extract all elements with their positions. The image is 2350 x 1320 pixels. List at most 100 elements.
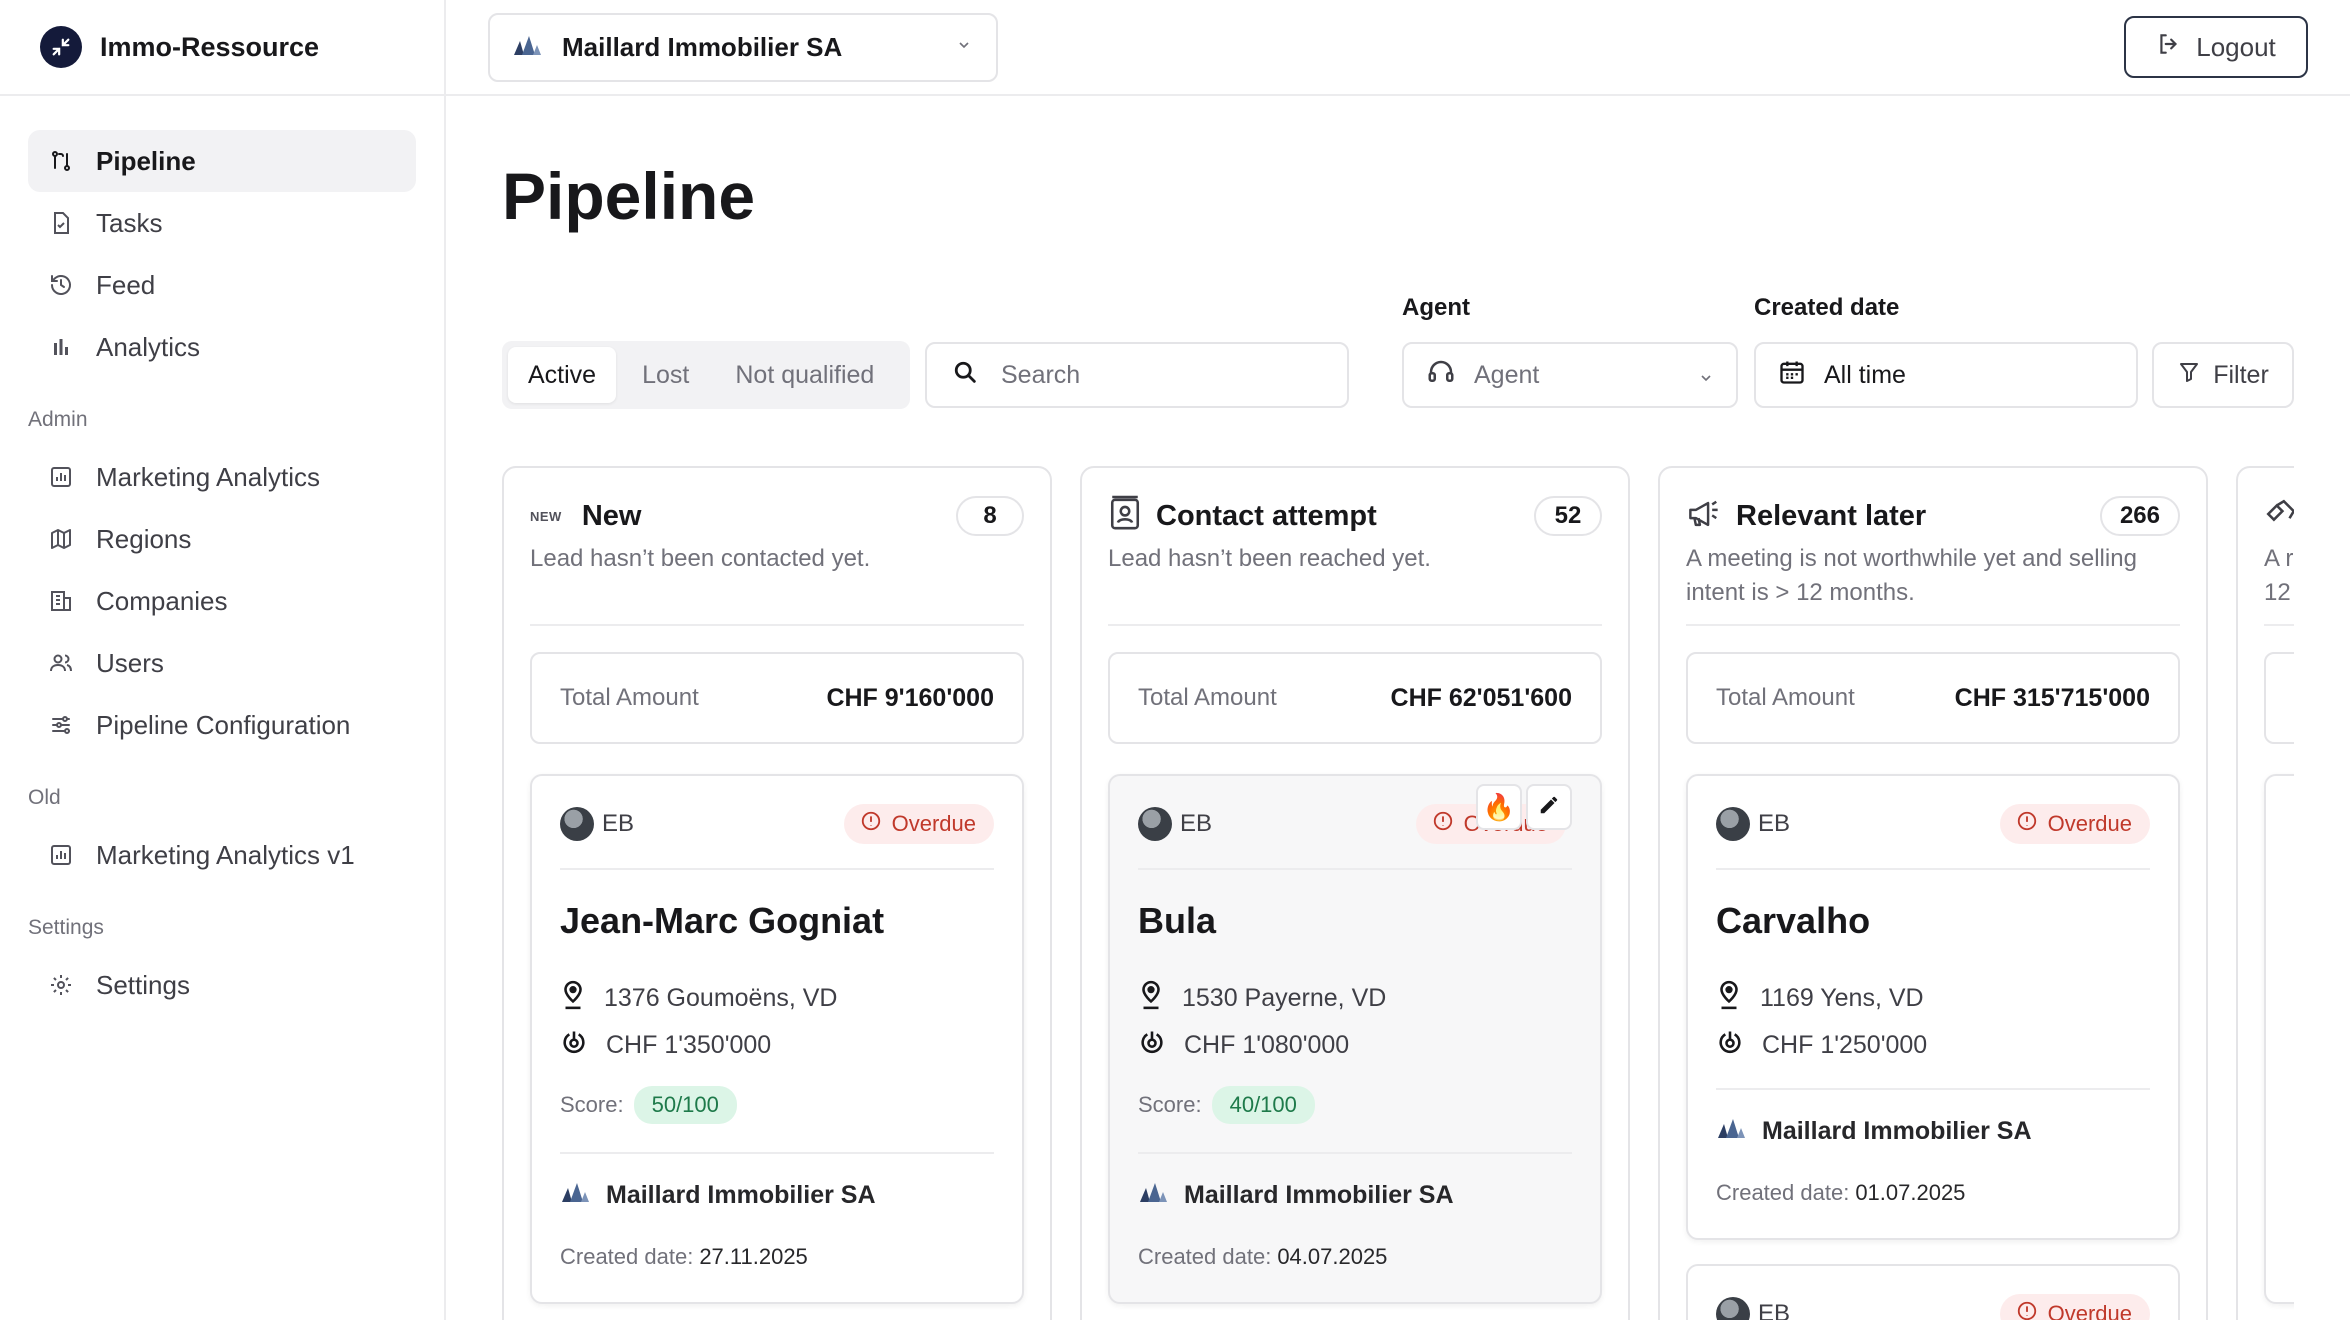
- status-badge: Overdue: [1999, 804, 2150, 844]
- sidebar-item-regions[interactable]: Regions: [28, 508, 416, 570]
- new-badge-icon: NEW: [530, 508, 562, 524]
- divider: [1686, 624, 2180, 626]
- lead-card[interactable]: EB Overdue Jean-Marc Gogniat 1376 Goumoë…: [530, 774, 1024, 1304]
- lead-company: Maillard Immobilier SA: [560, 1180, 876, 1211]
- lead-name: Carvalho: [1716, 900, 1871, 941]
- contact-card-icon: [1108, 495, 1142, 538]
- lead-company: Maillard Immobilier SA: [1716, 1116, 2032, 1147]
- sidebar-item-companies[interactable]: Companies: [28, 570, 416, 632]
- section-admin-label: Admin: [28, 408, 88, 431]
- sidebar-item-marketing-analytics-v1[interactable]: Marketing Analytics v1: [28, 824, 416, 886]
- section-old-label: Old: [28, 786, 61, 809]
- search-placeholder: Search: [1001, 360, 1081, 389]
- handshake-icon: [2264, 497, 2294, 536]
- main-content: Pipeline Active Lost Not qualified Searc…: [446, 96, 2350, 1320]
- status-label: Overdue: [2047, 1301, 2132, 1320]
- column-title: Relevant later: [1736, 499, 1927, 532]
- location-pin-icon: [1716, 980, 1742, 1017]
- lead-location: 1530 Payerne, VD: [1138, 980, 1386, 1017]
- pipeline-board: NEW New 8 Lead hasn’t been contacted yet…: [502, 466, 2294, 1320]
- brand[interactable]: Immo-Ressource: [0, 0, 444, 96]
- tab-not-qualified[interactable]: Not qualified: [715, 347, 894, 403]
- brand-name: Immo-Ressource: [100, 31, 320, 62]
- sidebar-item-users[interactable]: Users: [28, 632, 416, 694]
- chart-box-icon: [48, 842, 74, 868]
- sidebar-item-marketing-analytics[interactable]: Marketing Analytics: [28, 446, 416, 508]
- sidebar: Immo-Ressource Pipeline Tasks Feed Analy…: [0, 0, 446, 1320]
- users-icon: [48, 650, 74, 676]
- tab-lost[interactable]: Lost: [622, 347, 709, 403]
- agent-select[interactable]: Agent: [1402, 342, 1738, 408]
- brand-logo-icon: [40, 26, 82, 68]
- lead-card[interactable]: [2264, 774, 2294, 1304]
- lead-card[interactable]: EB Overdue Carvalho 1169 Yens, VD CHF 1'…: [1686, 774, 2180, 1240]
- hot-lead-button[interactable]: 🔥: [1476, 784, 1522, 830]
- search-icon: [951, 358, 979, 393]
- filter-label: Filter: [2213, 360, 2269, 389]
- history-icon: [48, 272, 74, 298]
- search-input[interactable]: Search: [925, 342, 1349, 408]
- column-relevant-later: Relevant later 266 A meeting is not wort…: [1658, 466, 2208, 1320]
- created-date-value: All time: [1824, 360, 1906, 389]
- edit-button[interactable]: [1526, 784, 1572, 830]
- agent-initials: EB: [1180, 810, 1213, 837]
- topbar: Maillard Immobilier SA Logout: [446, 0, 2350, 96]
- agent-placeholder: Agent: [1474, 360, 1540, 389]
- created-label: Created date:: [1138, 1244, 1272, 1269]
- sidebar-item-analytics[interactable]: Analytics: [28, 316, 416, 378]
- sidebar-item-settings[interactable]: Settings: [28, 954, 416, 1016]
- divider: [1138, 868, 1572, 870]
- sidebar-item-pipeline-configuration[interactable]: Pipeline Configuration: [28, 694, 416, 756]
- logout-button[interactable]: Logout: [2124, 16, 2308, 78]
- location-text: 1169 Yens, VD: [1760, 984, 1924, 1012]
- alert-circle-icon: [860, 810, 882, 838]
- lead-location: 1376 Goumoëns, VD: [560, 980, 837, 1017]
- pencil-icon: [1538, 792, 1560, 823]
- megaphone-icon: [1686, 499, 1722, 534]
- bar-chart-icon: [48, 334, 74, 360]
- headset-icon: [1426, 357, 1456, 394]
- filter-button[interactable]: Filter: [2152, 342, 2294, 408]
- sidebar-item-label: Tasks: [96, 207, 163, 238]
- column-partial: A r 12: [2236, 466, 2294, 1320]
- tab-active[interactable]: Active: [508, 347, 617, 403]
- company-name: Maillard Immobilier SA: [606, 1181, 876, 1209]
- column-description: A meeting is not worthwhile yet and sell…: [1686, 545, 2137, 606]
- sidebar-item-feed[interactable]: Feed: [28, 254, 416, 316]
- company-name: Maillard Immobilier SA: [1184, 1181, 1454, 1209]
- created-date-label: Created date: [1754, 294, 1900, 321]
- lead-score: Score: 40/100: [1138, 1086, 1315, 1124]
- created-date-select[interactable]: All time: [1754, 342, 2138, 408]
- score-label: Score:: [1138, 1092, 1202, 1117]
- sidebar-item-pipeline[interactable]: Pipeline: [28, 130, 416, 192]
- sidebar-item-label: Pipeline: [96, 145, 196, 176]
- logout-label: Logout: [2196, 31, 2276, 62]
- divider: [1716, 1088, 2150, 1090]
- avatar: [1138, 807, 1172, 841]
- column-new: NEW New 8 Lead hasn’t been contacted yet…: [502, 466, 1052, 1320]
- chevron-down-icon: [956, 37, 972, 58]
- column-title: Contact attempt: [1156, 499, 1377, 532]
- sidebar-item-label: Users: [96, 647, 164, 678]
- total-amount: Total Amount CHF 9'160'000: [530, 652, 1024, 744]
- total-amount: Total Amount CHF 315'715'000: [1686, 652, 2180, 744]
- lead-name: Jean-Marc Gogniat: [560, 900, 885, 941]
- lead-created: Created date: 27.11.2025: [560, 1244, 808, 1270]
- lead-card[interactable]: EB Overdue: [1686, 1264, 2180, 1320]
- column-contact-attempt: Contact attempt 52 Lead hasn’t been reac…: [1080, 466, 1630, 1320]
- location-pin-icon: [560, 980, 586, 1017]
- price-text: CHF 1'350'000: [606, 1031, 772, 1059]
- company-select[interactable]: Maillard Immobilier SA: [488, 13, 998, 82]
- lead-card[interactable]: EB Overdue 🔥 Bula 1530 Payerne, VD: [1108, 774, 1602, 1304]
- sidebar-nav: Pipeline Tasks Feed Analytics Admin Mark…: [0, 96, 444, 1016]
- company-select-value: Maillard Immobilier SA: [562, 32, 843, 62]
- status-label: Overdue: [2047, 811, 2132, 836]
- target-icon: [560, 1028, 588, 1063]
- avatar: [1716, 1297, 1750, 1320]
- lead-company: Maillard Immobilier SA: [1138, 1180, 1454, 1211]
- created-label: Created date:: [1716, 1180, 1850, 1205]
- sidebar-item-tasks[interactable]: Tasks: [28, 192, 416, 254]
- avatar: [560, 807, 594, 841]
- divider: [560, 868, 994, 870]
- column-title: New: [581, 499, 642, 532]
